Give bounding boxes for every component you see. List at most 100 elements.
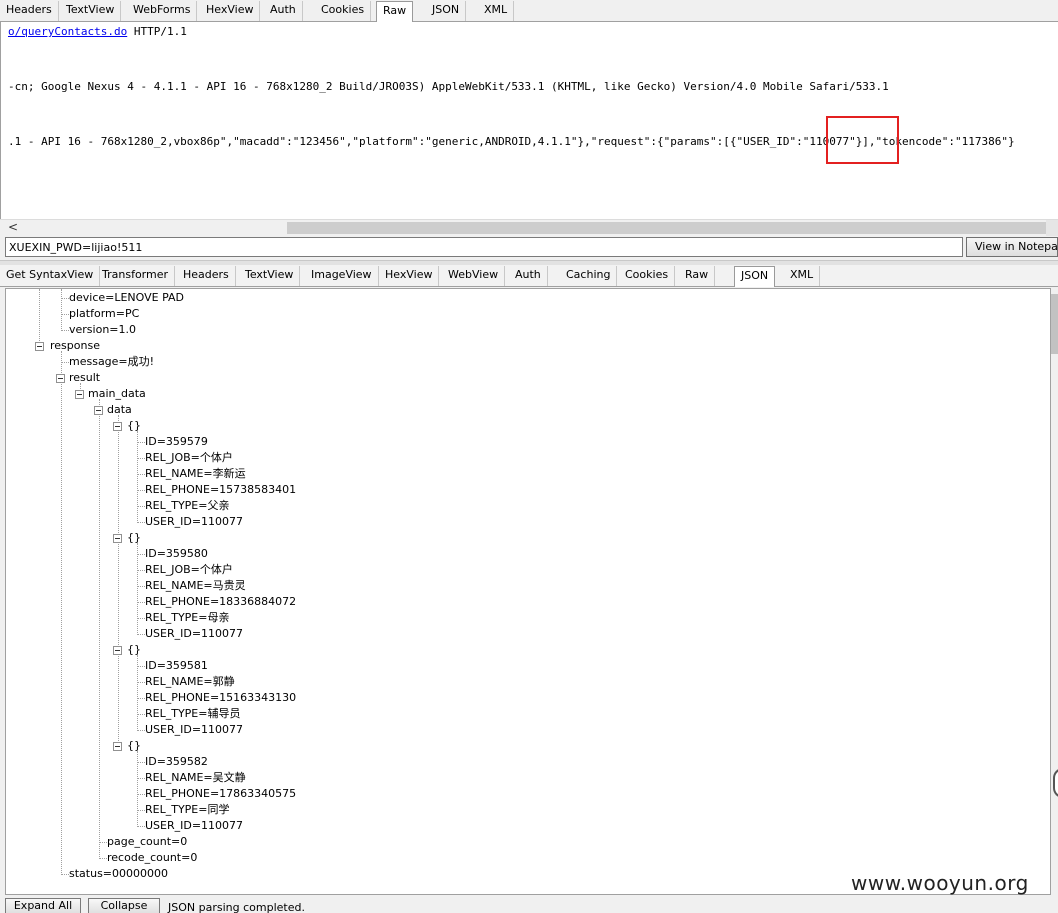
- tree-node-field[interactable]: REL_TYPE=父亲: [145, 498, 229, 514]
- tree-node-record[interactable]: {}: [127, 418, 141, 434]
- tree-guide: [137, 554, 145, 555]
- tree-guide: [137, 474, 145, 475]
- raw-line-request: o/queryContacts.do HTTP/1.1: [8, 25, 187, 38]
- tab-resp-cookies[interactable]: Cookies: [619, 266, 676, 286]
- horizontal-scrollbar[interactable]: <: [0, 219, 1058, 236]
- tree-node-data[interactable]: data: [107, 402, 132, 418]
- tree-node-field[interactable]: USER_ID=110077: [145, 818, 243, 834]
- find-bar: View in Notepad: [0, 236, 1058, 260]
- tab-resp-raw[interactable]: Raw: [679, 266, 716, 286]
- tree-guide: [137, 714, 145, 715]
- request-url-link[interactable]: o/queryContacts.do: [8, 25, 127, 38]
- tree-node-platform[interactable]: platform=PC: [69, 306, 139, 322]
- tree-node-field[interactable]: ID=359582: [145, 754, 208, 770]
- tree-guide: [137, 778, 145, 779]
- tab-webforms[interactable]: WebForms: [127, 1, 198, 21]
- scroll-thumb[interactable]: [287, 222, 1058, 234]
- json-tree-view[interactable]: device=LENOVE PAD platform=PC version=1.…: [5, 288, 1051, 895]
- tree-node-status[interactable]: status=00000000: [69, 866, 168, 882]
- tree-node-message[interactable]: message=成功!: [69, 354, 154, 370]
- tree-node-field[interactable]: REL_JOB=个体户: [145, 562, 233, 578]
- collapse-toggle-icon[interactable]: [56, 374, 65, 383]
- tab-webview[interactable]: WebView: [442, 266, 506, 286]
- tab-resp-auth[interactable]: Auth: [509, 266, 548, 286]
- tab-resp-hexview[interactable]: HexView: [379, 266, 440, 286]
- tree-node-field[interactable]: REL_NAME=马贵灵: [145, 578, 246, 594]
- scroll-right-icon[interactable]: [1046, 220, 1058, 236]
- tree-node-page-count[interactable]: page_count=0: [107, 834, 187, 850]
- tree-guide: [137, 634, 145, 635]
- tree-guide: [137, 490, 145, 491]
- tab-resp-json[interactable]: JSON: [734, 266, 776, 287]
- collapse-toggle-icon[interactable]: [113, 422, 122, 431]
- tree-node-record[interactable]: {}: [127, 738, 141, 754]
- tree-node-field[interactable]: ID=359581: [145, 658, 208, 674]
- tree-node-recode-count[interactable]: recode_count=0: [107, 850, 197, 866]
- tree-guide: [137, 431, 138, 521]
- tree-node-field[interactable]: REL_NAME=吴文静: [145, 770, 246, 786]
- vertical-scrollbar[interactable]: [1051, 288, 1058, 895]
- tree-node-field[interactable]: ID=359579: [145, 434, 208, 450]
- tree-node-field[interactable]: REL_TYPE=辅导员: [145, 706, 240, 722]
- tab-xml[interactable]: XML: [478, 1, 515, 21]
- raw-request-view[interactable]: o/queryContacts.do HTTP/1.1 -cn; Google …: [0, 22, 1058, 219]
- tree-node-main-data[interactable]: main_data: [88, 386, 146, 402]
- tree-node-result[interactable]: result: [69, 370, 100, 386]
- tab-transformer[interactable]: Transformer: [96, 266, 176, 286]
- tree-node-field[interactable]: REL_PHONE=18336884072: [145, 594, 296, 610]
- tree-node-device[interactable]: device=LENOVE PAD: [69, 290, 184, 306]
- tree-node-field[interactable]: REL_TYPE=同学: [145, 802, 229, 818]
- tree-guide: [137, 602, 145, 603]
- expand-all-button[interactable]: Expand All: [5, 898, 81, 913]
- tree-guide: [39, 289, 40, 347]
- tree-guide: [99, 858, 107, 859]
- scroll-left-icon[interactable]: <: [8, 220, 18, 235]
- tree-guide: [137, 506, 145, 507]
- find-input[interactable]: [5, 237, 963, 257]
- tree-node-record[interactable]: {}: [127, 642, 141, 658]
- tree-guide: [99, 842, 107, 843]
- view-in-notepad-button[interactable]: View in Notepad: [966, 237, 1058, 257]
- tab-caching[interactable]: Caching: [560, 266, 618, 286]
- tree-node-version[interactable]: version=1.0: [69, 322, 136, 338]
- tree-node-field[interactable]: REL_TYPE=母亲: [145, 610, 229, 626]
- collapse-toggle-icon[interactable]: [94, 406, 103, 415]
- tree-node-field[interactable]: ID=359580: [145, 546, 208, 562]
- tab-resp-textview[interactable]: TextView: [239, 266, 301, 286]
- collapse-button[interactable]: Collapse: [88, 898, 160, 913]
- tab-textview[interactable]: TextView: [60, 1, 122, 21]
- vertical-scroll-thumb[interactable]: [1051, 294, 1058, 354]
- tree-node-record[interactable]: {}: [127, 530, 141, 546]
- tab-imageview[interactable]: ImageView: [305, 266, 379, 286]
- tab-hexview[interactable]: HexView: [200, 1, 261, 21]
- tree-node-field[interactable]: USER_ID=110077: [145, 626, 243, 642]
- tab-cookies[interactable]: Cookies: [315, 1, 372, 21]
- collapse-toggle-icon[interactable]: [35, 342, 44, 351]
- collapse-toggle-icon[interactable]: [75, 390, 84, 399]
- tree-guide: [137, 586, 145, 587]
- tab-json[interactable]: JSON: [426, 1, 467, 21]
- tree-guide: [137, 794, 145, 795]
- tree-guide: [137, 810, 145, 811]
- tab-headers[interactable]: Headers: [0, 1, 59, 21]
- tree-guide: [137, 682, 145, 683]
- tree-node-field[interactable]: REL_PHONE=15163343130: [145, 690, 296, 706]
- tree-node-field[interactable]: USER_ID=110077: [145, 514, 243, 530]
- tree-node-field[interactable]: REL_JOB=个体户: [145, 450, 233, 466]
- collapse-toggle-icon[interactable]: [113, 646, 122, 655]
- collapse-toggle-icon[interactable]: [113, 742, 122, 751]
- tree-node-field[interactable]: USER_ID=110077: [145, 722, 243, 738]
- tab-resp-xml[interactable]: XML: [784, 266, 821, 286]
- tree-node-field[interactable]: REL_NAME=郭静: [145, 674, 235, 690]
- tab-get-syntaxview[interactable]: Get SyntaxView: [0, 266, 101, 286]
- tree-node-field[interactable]: REL_NAME=李新运: [145, 466, 246, 482]
- tab-auth[interactable]: Auth: [264, 1, 303, 21]
- tree-node-field[interactable]: REL_PHONE=17863340575: [145, 786, 296, 802]
- tree-node-response[interactable]: response: [50, 338, 100, 354]
- collapse-toggle-icon[interactable]: [113, 534, 122, 543]
- tree-guide: [137, 698, 145, 699]
- request-tab-bar: Headers TextView WebForms HexView Auth C…: [0, 0, 1058, 22]
- tab-raw[interactable]: Raw: [376, 1, 414, 22]
- tree-node-field[interactable]: REL_PHONE=15738583401: [145, 482, 296, 498]
- tab-resp-headers[interactable]: Headers: [177, 266, 236, 286]
